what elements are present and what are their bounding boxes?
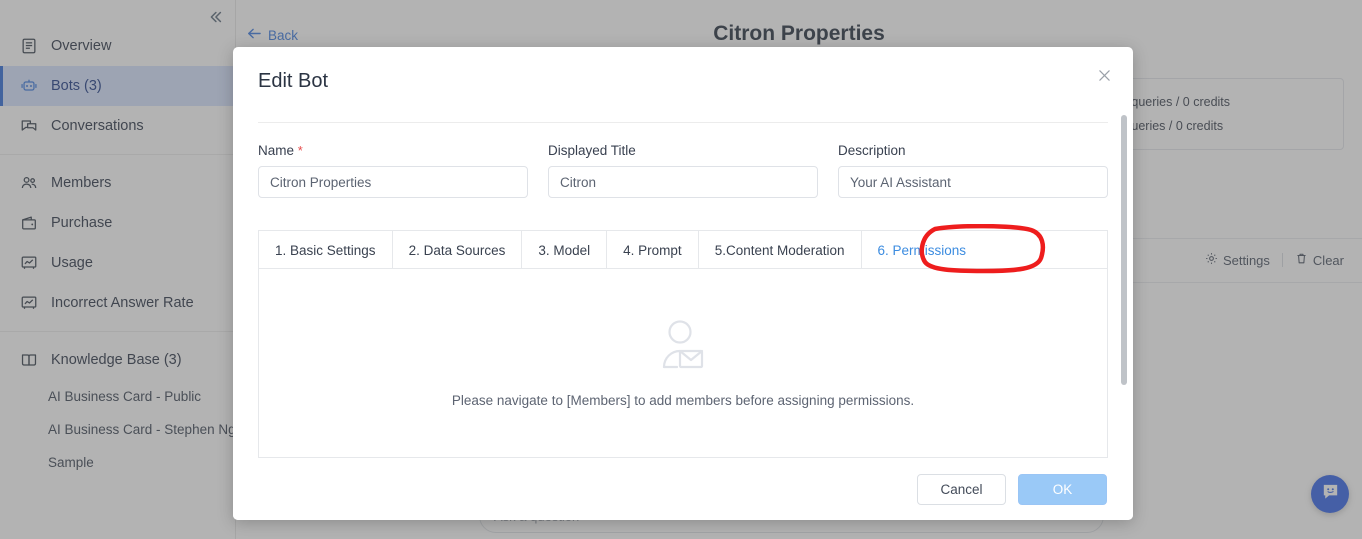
- bot-form-row: Name * Citron Properties Displayed Title…: [258, 143, 1108, 198]
- displayed-title-input[interactable]: Citron: [548, 166, 818, 198]
- modal-tabs: 1. Basic Settings 2. Data Sources 3. Mod…: [258, 230, 1108, 269]
- required-marker: *: [297, 143, 303, 158]
- tab-permissions[interactable]: 6. Permissions: [862, 231, 983, 269]
- field-description: Description Your AI Assistant: [838, 143, 1108, 198]
- tab-basic-settings[interactable]: 1. Basic Settings: [259, 231, 393, 269]
- edit-bot-modal: Edit Bot Name * Citron Properties Displa…: [233, 47, 1133, 520]
- field-displayed-title: Displayed Title Citron: [548, 143, 818, 198]
- modal-footer: Cancel OK: [233, 458, 1133, 520]
- ok-button[interactable]: OK: [1018, 473, 1107, 505]
- screen-root: Overview Bots (3) Conversations Members …: [0, 0, 1362, 539]
- field-name: Name * Citron Properties: [258, 143, 528, 198]
- modal-scrollbar[interactable]: [1121, 115, 1127, 385]
- tab-model[interactable]: 3. Model: [522, 231, 608, 269]
- close-icon[interactable]: [1093, 64, 1115, 86]
- tab-data-sources[interactable]: 2. Data Sources: [393, 231, 523, 269]
- description-input[interactable]: Your AI Assistant: [838, 166, 1108, 198]
- modal-header-divider: [258, 122, 1108, 123]
- modal-title: Edit Bot: [258, 70, 329, 92]
- tab-content-moderation[interactable]: 5.Content Moderation: [699, 231, 862, 269]
- cancel-button[interactable]: Cancel: [917, 473, 1006, 505]
- user-envelope-icon: [653, 318, 713, 379]
- empty-state-message: Please navigate to [Members] to add memb…: [451, 393, 915, 408]
- field-label: Name *: [258, 143, 303, 158]
- field-label: Description: [838, 143, 906, 158]
- field-label: Displayed Title: [548, 143, 636, 158]
- name-input[interactable]: Citron Properties: [258, 166, 528, 198]
- permissions-panel: Please navigate to [Members] to add memb…: [258, 268, 1108, 458]
- tab-prompt[interactable]: 4. Prompt: [607, 231, 699, 269]
